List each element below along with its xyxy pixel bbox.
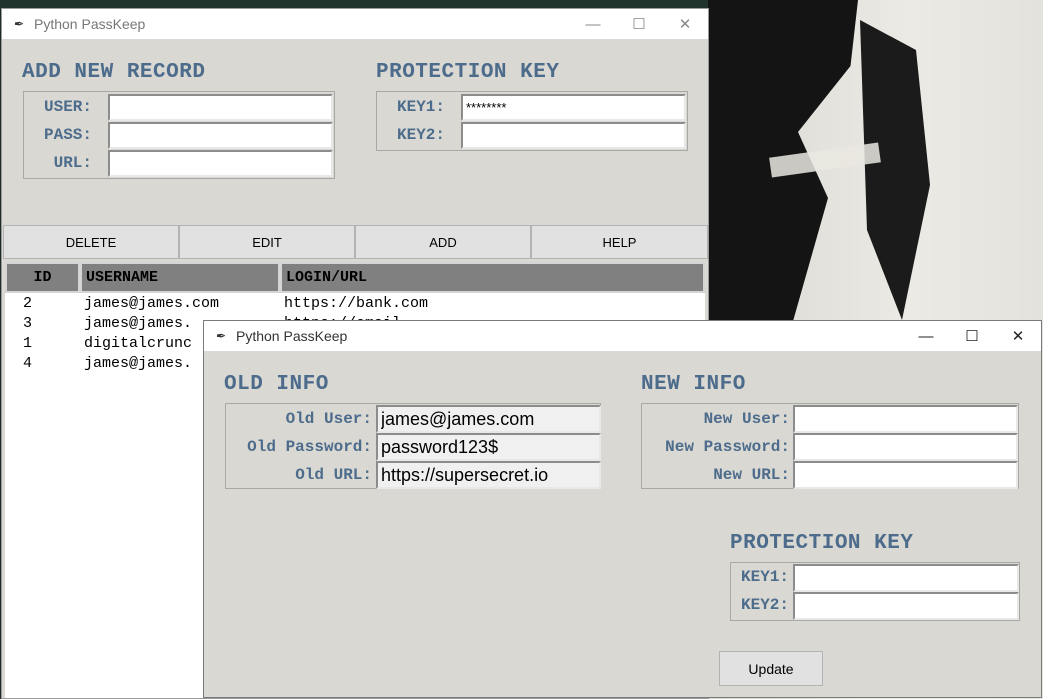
edit-titlebar[interactable]: ✒ Python PassKeep — ☐ ✕	[204, 321, 1041, 351]
protection-key-heading: PROTECTION KEY	[376, 61, 560, 84]
key2-input[interactable]	[461, 122, 686, 149]
old-url-label: Old URL:	[295, 466, 372, 484]
new-user-label: New User:	[703, 410, 790, 428]
old-info-group: Old User: Old Password: Old URL:	[225, 403, 601, 489]
row-username: james@james.com	[84, 295, 220, 312]
help-button[interactable]: HELP	[531, 225, 708, 259]
main-titlebar[interactable]: ✒ Python PassKeep — ☐ ✕	[2, 9, 708, 39]
column-header-id[interactable]: ID	[5, 262, 80, 293]
new-info-group: New User: New Password: New URL:	[641, 403, 1019, 489]
key1-label: KEY1:	[740, 568, 789, 586]
new-user-input[interactable]	[793, 405, 1018, 433]
row-id: 1	[23, 335, 33, 352]
row-username: james@james.	[84, 355, 193, 372]
protection-key-group: KEY1: KEY2:	[730, 562, 1020, 621]
edit-button[interactable]: EDIT	[179, 225, 355, 259]
key2-input[interactable]	[793, 592, 1019, 620]
key1-input[interactable]	[793, 564, 1019, 592]
old-user-label: Old User:	[285, 410, 372, 428]
protection-key-group: KEY1: KEY2:	[376, 91, 688, 151]
window-title: Python PassKeep	[34, 16, 146, 32]
row-url: https://bank.com	[284, 295, 429, 312]
feather-icon: ✒	[14, 17, 25, 31]
table-row[interactable]: 2 james@james.com https://bank.com	[5, 294, 705, 314]
window-title: Python PassKeep	[236, 328, 348, 344]
update-button[interactable]: Update	[719, 651, 823, 686]
maximize-icon[interactable]: ☐	[616, 9, 662, 39]
minimize-icon[interactable]: —	[570, 9, 616, 39]
delete-button[interactable]: DELETE	[3, 225, 179, 259]
old-info-heading: OLD INFO	[224, 373, 329, 396]
new-password-label: New Password:	[665, 438, 790, 456]
new-password-input[interactable]	[793, 433, 1018, 461]
pass-input[interactable]	[108, 122, 333, 149]
column-header-url[interactable]: LOGIN/URL	[280, 262, 705, 293]
key1-label: KEY1:	[396, 98, 445, 116]
row-id: 3	[23, 315, 33, 332]
row-id: 2	[23, 295, 33, 312]
edit-window: ✒ Python PassKeep — ☐ ✕ OLD INFO Old Use…	[203, 320, 1042, 698]
new-info-heading: NEW INFO	[641, 373, 746, 396]
new-url-label: New URL:	[713, 466, 790, 484]
url-label: URL:	[53, 154, 92, 172]
minimize-icon[interactable]: —	[903, 321, 949, 351]
url-input[interactable]	[108, 150, 333, 177]
add-record-heading: ADD NEW RECORD	[22, 61, 206, 84]
key2-label: KEY2:	[396, 126, 445, 144]
old-password-label: Old Password:	[247, 438, 372, 456]
close-icon[interactable]: ✕	[995, 321, 1041, 351]
protection-key-heading: PROTECTION KEY	[730, 532, 914, 555]
row-username: digitalcrunc	[84, 335, 193, 352]
close-icon[interactable]: ✕	[662, 9, 708, 39]
column-header-username[interactable]: USERNAME	[80, 262, 280, 293]
user-label: USER:	[43, 98, 92, 116]
add-button[interactable]: ADD	[355, 225, 531, 259]
pass-label: PASS:	[43, 126, 92, 144]
add-record-group: USER: PASS: URL:	[23, 91, 335, 179]
key2-label: KEY2:	[740, 596, 789, 614]
row-username: james@james.	[84, 315, 193, 332]
old-user-field[interactable]	[376, 405, 601, 433]
maximize-icon[interactable]: ☐	[949, 321, 995, 351]
new-url-input[interactable]	[793, 461, 1018, 489]
old-url-field[interactable]	[376, 461, 601, 489]
key1-input[interactable]	[461, 94, 686, 121]
user-input[interactable]	[108, 94, 333, 121]
row-id: 4	[23, 355, 33, 372]
feather-icon: ✒	[216, 329, 227, 343]
old-password-field[interactable]	[376, 433, 601, 461]
